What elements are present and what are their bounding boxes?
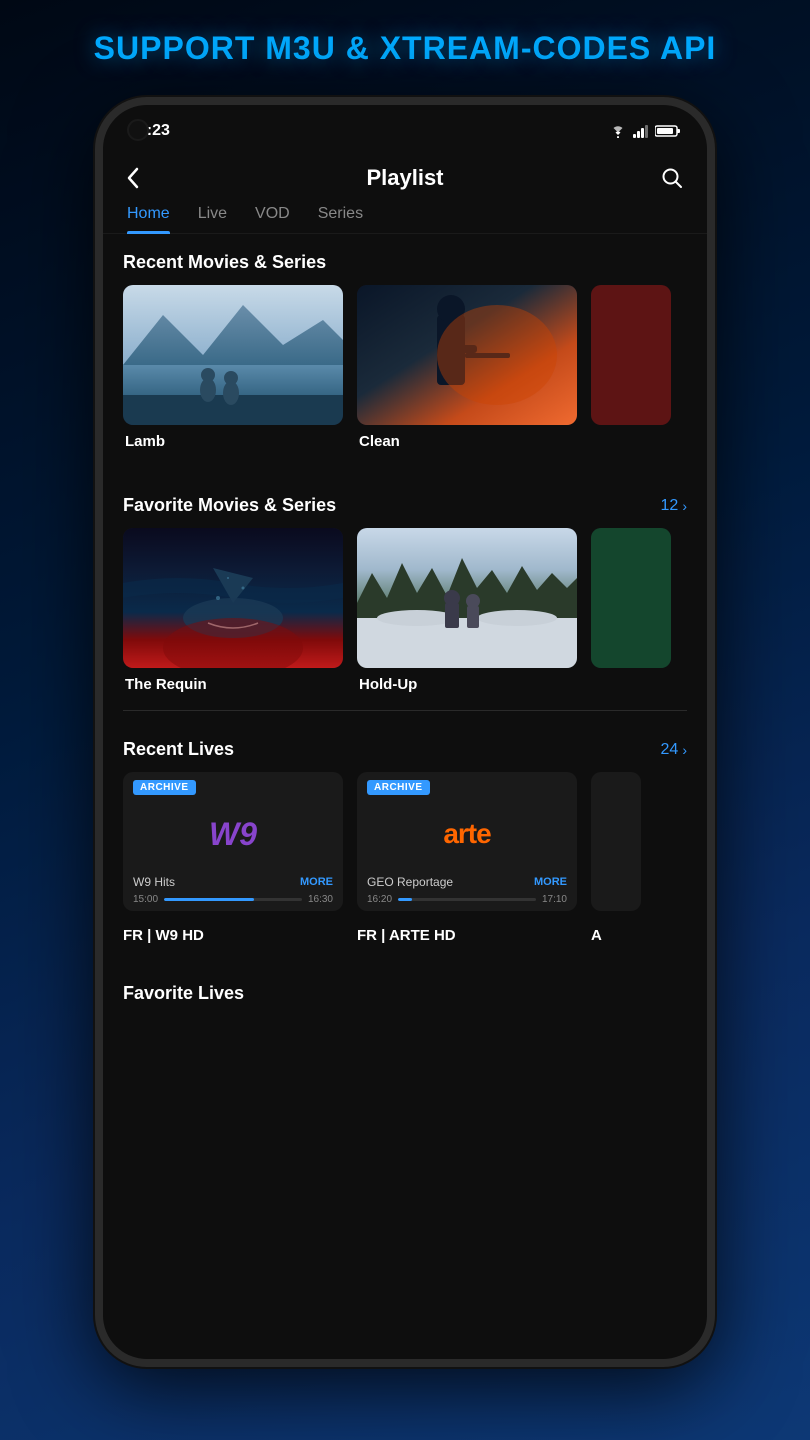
movie-card-holdup[interactable]: Hold-Up (357, 528, 577, 694)
live-card-partial (591, 772, 641, 911)
favorite-movies-section: Favorite Movies & Series 12 › (103, 477, 707, 711)
more-btn-arte[interactable]: MORE (534, 876, 567, 888)
chevron-icon-lives: › (682, 742, 687, 758)
program-name-w9: W9 Hits (133, 875, 175, 889)
tab-live[interactable]: Live (198, 205, 227, 233)
movie-thumb-partial-1 (591, 285, 671, 425)
back-button[interactable] (127, 167, 163, 189)
phone-frame: 16:23 (95, 97, 715, 1367)
header-title: Playlist (366, 165, 443, 191)
live-logo-arte: arte (357, 799, 577, 869)
archive-badge-arte: ARCHIVE (367, 780, 430, 795)
live-card-arte[interactable]: ARCHIVE arte GEO Reportage MORE 16:20 (357, 772, 577, 911)
live-program-arte: GEO Reportage MORE (357, 869, 577, 891)
movie-thumb-requin (123, 528, 343, 668)
movie-label-lamb: Lamb (123, 433, 165, 450)
tab-series[interactable]: Series (318, 205, 363, 233)
archive-badge-w9: ARCHIVE (133, 780, 196, 795)
movie-thumb-holdup (357, 528, 577, 668)
status-bar: 16:23 (103, 105, 707, 151)
recent-lives-section: Recent Lives 24 › ARCHIVE W9 (103, 721, 707, 957)
chevron-icon: › (682, 498, 687, 514)
favorite-movies-row: The Requin (103, 528, 707, 710)
favorite-movies-title: Favorite Movies & Series (123, 495, 336, 516)
battery-icon (655, 124, 681, 138)
movie-card-requin[interactable]: The Requin (123, 528, 343, 694)
movie-card-partial-1[interactable] (591, 285, 671, 451)
app-header: Playlist (103, 151, 707, 201)
program-name-arte: GEO Reportage (367, 875, 453, 889)
tab-vod[interactable]: VOD (255, 205, 290, 233)
search-button[interactable] (647, 167, 683, 189)
channel-name-arte: FR | ARTE HD (357, 927, 577, 945)
progress-bar-arte (398, 898, 536, 901)
live-progress-w9: 15:00 16:30 (123, 891, 343, 911)
camera-cutout (127, 119, 149, 141)
favorite-lives-section: Favorite Lives (103, 967, 707, 1012)
movie-label-requin: The Requin (123, 676, 207, 693)
channel-name-partial: A (591, 927, 641, 945)
tabs-bar: Home Live VOD Series (103, 201, 707, 234)
recent-movies-row: Lamb (103, 285, 707, 467)
top-title: SUPPORT M3U & XTREAM-CODES API (94, 30, 717, 67)
progress-bar-w9 (164, 898, 302, 901)
wifi-icon (609, 124, 627, 138)
recent-movies-section: Recent Movies & Series (103, 234, 707, 467)
content-area: Recent Movies & Series (103, 234, 707, 1359)
movie-thumb-partial-2 (591, 528, 671, 668)
channel-name-w9: FR | W9 HD (123, 927, 343, 945)
movie-card-partial-2[interactable] (591, 528, 671, 694)
live-card-w9[interactable]: ARCHIVE W9 W9 Hits MORE 15:00 (123, 772, 343, 911)
status-icons (609, 124, 681, 138)
movie-thumb-clean (357, 285, 577, 425)
more-btn-w9[interactable]: MORE (300, 876, 333, 888)
movie-card-clean[interactable]: Clean (357, 285, 577, 451)
movie-label-holdup: Hold-Up (357, 676, 417, 693)
movie-thumb-lamb (123, 285, 343, 425)
movie-card-lamb[interactable]: Lamb (123, 285, 343, 451)
live-logo-w9: W9 (123, 799, 343, 869)
favorite-lives-title: Favorite Lives (123, 983, 244, 1003)
recent-movies-title: Recent Movies & Series (123, 252, 326, 273)
recent-lives-title: Recent Lives (123, 739, 234, 760)
live-channels-row: ARCHIVE W9 W9 Hits MORE 15:00 (103, 772, 707, 927)
movie-label-clean: Clean (357, 433, 400, 450)
favorite-movies-count-btn[interactable]: 12 › (661, 497, 687, 515)
recent-lives-count-btn[interactable]: 24 › (661, 741, 687, 759)
tab-home[interactable]: Home (127, 205, 170, 233)
live-progress-arte: 16:20 17:10 (357, 891, 577, 911)
live-program-w9: W9 Hits MORE (123, 869, 343, 891)
signal-icon (633, 124, 649, 138)
